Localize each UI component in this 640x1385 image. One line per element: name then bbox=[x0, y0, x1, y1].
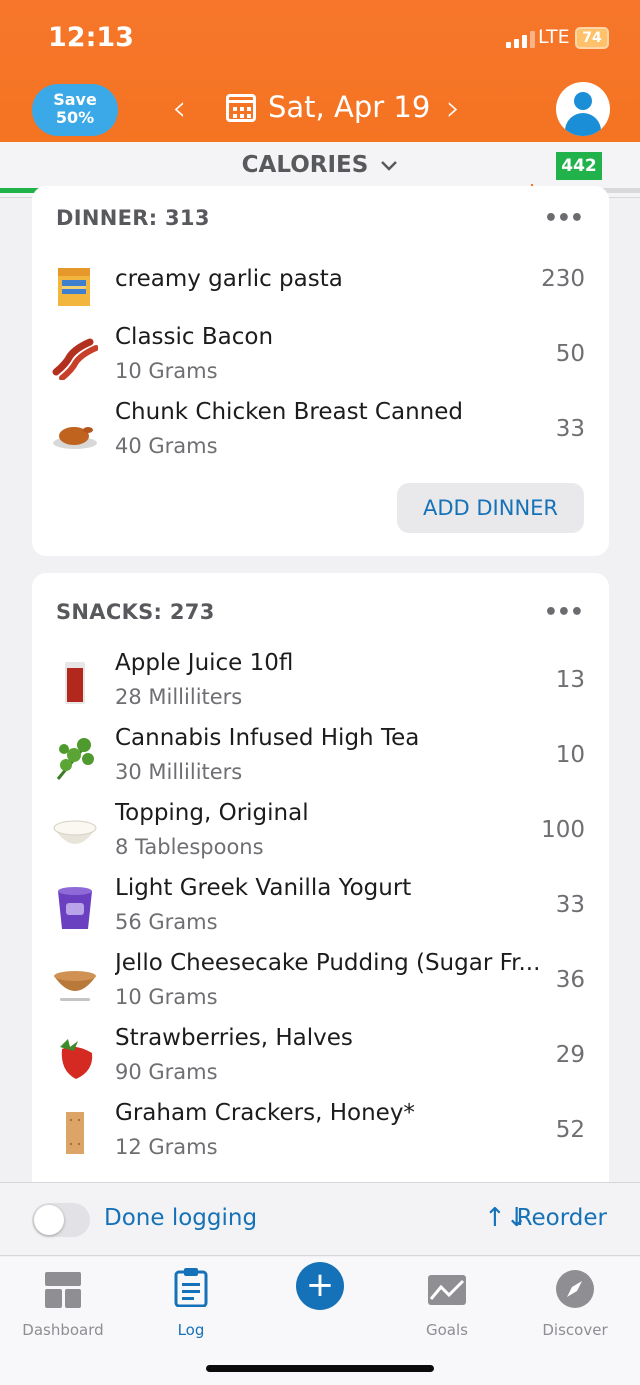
reorder-button[interactable]: Reorder bbox=[517, 1205, 607, 1231]
status-time: 12:13 bbox=[48, 22, 134, 53]
promo-line1: Save bbox=[53, 90, 97, 109]
tab-label: Log bbox=[177, 1321, 205, 1339]
yogurt-cup-icon bbox=[58, 887, 92, 929]
food-row[interactable]: Jello Cheesecake Pudding (Sugar Fr... 10… bbox=[32, 950, 609, 1020]
food-calories: 33 bbox=[555, 892, 585, 918]
food-row[interactable]: Chunk Chicken Breast Canned 40 Grams 33 bbox=[32, 399, 609, 469]
dinner-title: DINNER: 313 bbox=[56, 206, 210, 230]
home-indicator bbox=[206, 1365, 434, 1372]
done-logging-toggle[interactable] bbox=[32, 1203, 90, 1237]
dinner-card: DINNER: 313 ••• creamy garlic pasta 230 … bbox=[32, 186, 609, 556]
goals-icon bbox=[428, 1275, 466, 1305]
food-box-icon bbox=[58, 268, 90, 306]
food-calories: 36 bbox=[555, 967, 585, 993]
food-row[interactable]: creamy garlic pasta 230 bbox=[32, 252, 609, 322]
food-calories: 100 bbox=[541, 817, 585, 843]
done-logging-bar: Done logging ↑↓ Reorder bbox=[0, 1182, 640, 1256]
tab-log[interactable]: Log bbox=[141, 1265, 241, 1339]
food-amount: 8 Tablespoons bbox=[115, 835, 264, 859]
calories-label: CALORIES bbox=[241, 152, 369, 178]
food-name: Light Greek Vanilla Yogurt bbox=[115, 875, 412, 901]
food-calories: 230 bbox=[541, 266, 585, 292]
plus-icon[interactable]: + bbox=[296, 1262, 344, 1310]
food-amount: 40 Grams bbox=[115, 434, 218, 458]
network-label: LTE bbox=[538, 26, 570, 48]
save-promo-button[interactable]: Save 50% bbox=[32, 84, 118, 136]
food-row[interactable]: Graham Crackers, Honey* 12 Grams 52 bbox=[32, 1100, 609, 1170]
discover-compass-icon bbox=[556, 1270, 594, 1308]
dashboard-icon bbox=[45, 1272, 81, 1308]
snacks-card: SNACKS: 273 ••• Apple Juice 10fl 28 Mill… bbox=[32, 573, 609, 1213]
calendar-icon[interactable] bbox=[226, 94, 256, 122]
calories-dropdown[interactable]: CALORIES bbox=[0, 152, 640, 178]
roast-chicken-icon bbox=[53, 427, 97, 449]
food-calories: 52 bbox=[555, 1117, 585, 1143]
tab-goals[interactable]: Goals bbox=[397, 1265, 497, 1339]
tab-label: Discover bbox=[542, 1321, 608, 1339]
food-name: Graham Crackers, Honey* bbox=[115, 1100, 415, 1126]
herb-icon bbox=[56, 738, 94, 780]
battery-icon: 74 bbox=[575, 27, 609, 49]
food-name: Chunk Chicken Breast Canned bbox=[115, 399, 463, 425]
food-row[interactable]: Cannabis Infused High Tea 30 Milliliters… bbox=[32, 725, 609, 795]
food-amount: 12 Grams bbox=[115, 1135, 218, 1159]
food-calories: 50 bbox=[555, 341, 585, 367]
food-name: Classic Bacon bbox=[115, 324, 274, 350]
cracker-icon bbox=[66, 1112, 84, 1154]
food-name: Apple Juice 10fl bbox=[115, 650, 294, 676]
food-name: creamy garlic pasta bbox=[115, 266, 343, 292]
food-calories: 13 bbox=[555, 667, 585, 693]
strawberry-icon bbox=[60, 1039, 93, 1079]
tab-label: Goals bbox=[426, 1321, 468, 1339]
date-label[interactable]: Sat, Apr 19 bbox=[268, 90, 430, 124]
food-calories: 29 bbox=[555, 1042, 585, 1068]
food-amount: 28 Milliliters bbox=[115, 685, 243, 709]
food-row[interactable]: Topping, Original 8 Tablespoons 100 bbox=[32, 800, 609, 870]
snacks-more-button[interactable]: ••• bbox=[544, 600, 584, 625]
food-row[interactable]: Apple Juice 10fl 28 Milliliters 13 bbox=[32, 650, 609, 720]
promo-line2: 50% bbox=[55, 108, 95, 127]
food-amount: 10 Grams bbox=[115, 985, 218, 1009]
dinner-more-button[interactable]: ••• bbox=[544, 206, 584, 231]
food-name: Jello Cheesecake Pudding (Sugar Fr... bbox=[115, 950, 541, 976]
app-header: 12:13 LTE 74 Save 50% ‹ Sat, Apr 19 › bbox=[0, 0, 640, 142]
snacks-title: SNACKS: 273 bbox=[56, 600, 215, 624]
food-amount: 56 Grams bbox=[115, 910, 218, 934]
cream-bowl-icon bbox=[53, 820, 97, 844]
food-amount: 90 Grams bbox=[115, 1060, 218, 1084]
signal-icon bbox=[506, 30, 535, 48]
food-name: Strawberries, Halves bbox=[115, 1025, 353, 1051]
chevron-down-icon bbox=[381, 160, 398, 171]
food-name: Cannabis Infused High Tea bbox=[115, 725, 420, 751]
pudding-bowl-icon bbox=[54, 971, 96, 1001]
bacon-icon bbox=[52, 338, 98, 380]
tab-discover[interactable]: Discover bbox=[525, 1265, 625, 1339]
tab-dashboard[interactable]: Dashboard bbox=[13, 1265, 113, 1339]
bottom-tab-bar: Dashboard Log + Goals Discover bbox=[0, 1257, 640, 1385]
juice-glass-icon bbox=[65, 662, 85, 704]
food-row[interactable]: Classic Bacon 10 Grams 50 bbox=[32, 324, 609, 394]
tab-label: Dashboard bbox=[22, 1321, 104, 1339]
log-clipboard-icon bbox=[174, 1268, 208, 1308]
next-day-button[interactable]: › bbox=[446, 88, 460, 129]
food-amount: 30 Milliliters bbox=[115, 760, 243, 784]
food-calories: 33 bbox=[555, 416, 585, 442]
food-calories: 10 bbox=[555, 742, 585, 768]
food-row[interactable]: Light Greek Vanilla Yogurt 56 Grams 33 bbox=[32, 875, 609, 945]
add-dinner-button[interactable]: ADD DINNER bbox=[397, 483, 584, 533]
food-row[interactable]: Strawberries, Halves 90 Grams 29 bbox=[32, 1025, 609, 1095]
food-name: Topping, Original bbox=[115, 800, 309, 826]
previous-day-button[interactable]: ‹ bbox=[172, 88, 186, 129]
profile-avatar-icon[interactable] bbox=[556, 82, 610, 136]
calories-remaining-badge: 442 bbox=[556, 152, 602, 180]
done-logging-label[interactable]: Done logging bbox=[104, 1205, 257, 1231]
food-amount: 10 Grams bbox=[115, 359, 218, 383]
